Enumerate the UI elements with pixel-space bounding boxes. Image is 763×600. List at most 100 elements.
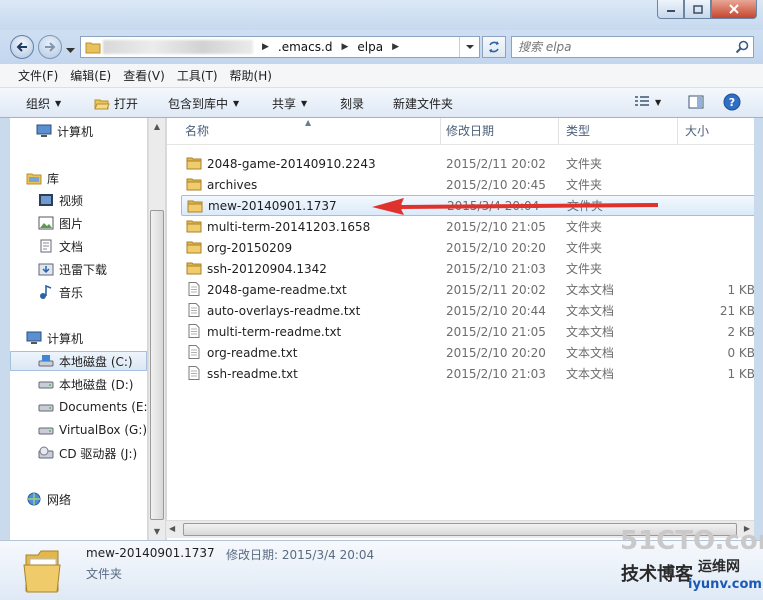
chevron-down-icon xyxy=(66,48,75,53)
nav-drive-e[interactable]: Documents (E:) xyxy=(38,397,147,417)
nav-drive-c-label: 本地磁盘 (C:) xyxy=(59,354,133,369)
search-icon[interactable] xyxy=(735,40,749,57)
address-bar[interactable]: ▶ .emacs.d ▶ elpa ▶ xyxy=(80,36,480,58)
address-history-dropdown[interactable] xyxy=(459,37,479,57)
menu-view[interactable]: 查看(V) xyxy=(123,67,165,84)
file-date: 2015/2/11 20:02 xyxy=(446,156,546,171)
menu-tools[interactable]: 工具(T) xyxy=(177,67,218,84)
close-button[interactable] xyxy=(711,0,757,19)
file-row[interactable]: ssh-20120904.1342 2015/2/10 21:03 文件夹 xyxy=(181,258,755,279)
file-row[interactable]: multi-term-readme.txt 2015/2/10 21:05 文本文档… xyxy=(181,321,755,342)
help-button[interactable]: ? xyxy=(723,93,741,111)
burn-button[interactable]: 刻录 xyxy=(340,95,364,112)
file-row[interactable]: org-20150209 2015/2/10 20:20 文件夹 xyxy=(181,237,755,258)
share-button[interactable]: 共享 ▼ xyxy=(272,95,307,112)
breadcrumb-elpa[interactable]: elpa xyxy=(357,40,383,54)
file-row[interactable]: 2048-game-readme.txt 2015/2/11 20:02 文本文档 1… xyxy=(181,279,755,300)
column-divider[interactable] xyxy=(440,118,441,145)
nav-drive-d[interactable]: 本地磁盘 (D:) xyxy=(38,374,133,394)
file-date: 2015/2/10 20:45 xyxy=(446,177,546,192)
nav-computer[interactable]: 计算机 xyxy=(26,328,83,348)
file-row[interactable]: auto-overlays-readme.txt 2015/2/10 20:44 文… xyxy=(181,300,755,321)
preview-pane-button[interactable] xyxy=(688,95,704,109)
window-controls xyxy=(657,0,757,19)
include-in-library-button[interactable]: 包含到库中 ▼ xyxy=(168,95,239,112)
nav-drive-c[interactable]: 本地磁盘 (C:) xyxy=(10,351,147,371)
nav-libraries[interactable]: 库 xyxy=(26,168,59,188)
open-label: 打开 xyxy=(114,97,139,111)
file-size: 2 KB xyxy=(727,324,755,339)
new-folder-label: 新建文件夹 xyxy=(393,97,454,111)
nav-drive-g[interactable]: VirtualBox (G:) xyxy=(38,420,147,440)
cd-drive-icon xyxy=(38,446,54,459)
chevron-right-icon[interactable]: ▶ xyxy=(392,42,399,52)
menu-file[interactable]: 文件(F) xyxy=(18,67,58,84)
new-folder-button[interactable]: 新建文件夹 xyxy=(393,95,453,112)
share-label: 共享 xyxy=(272,97,297,111)
svg-text:?: ? xyxy=(729,96,735,109)
scroll-thumb[interactable] xyxy=(150,210,164,520)
breadcrumb: ▶ .emacs.d ▶ elpa ▶ xyxy=(253,40,408,54)
chevron-right-icon[interactable]: ▶ xyxy=(262,42,269,52)
drive-icon xyxy=(38,427,54,435)
file-date: 2015/3/4 20:04 xyxy=(447,198,540,213)
scroll-left-arrow-icon[interactable]: ◀ xyxy=(169,524,175,533)
organize-button[interactable]: 组织 ▼ xyxy=(26,95,61,112)
search-input[interactable] xyxy=(518,40,728,54)
navigation-pane: 计算机 库 视频 图片 文档 迅雷下载 音乐 计算机 本地磁盘 (C:) 本地磁… xyxy=(10,118,147,540)
file-type: 文件夹 xyxy=(566,157,603,171)
nav-computer-top[interactable]: 计算机 xyxy=(36,121,93,141)
redacted-path xyxy=(103,40,253,54)
nav-videos[interactable]: 视频 xyxy=(38,190,83,210)
column-header-name[interactable]: 名称 xyxy=(181,118,209,145)
file-row[interactable]: archives 2015/2/10 20:45 文件夹 xyxy=(181,174,755,195)
forward-button[interactable] xyxy=(38,35,62,59)
file-row[interactable]: multi-term-20141203.1658 2015/2/10 21:05 文… xyxy=(181,216,755,237)
open-button[interactable]: 打开 xyxy=(94,95,138,112)
column-header-type[interactable]: 类型 xyxy=(562,118,590,145)
nav-music[interactable]: 音乐 xyxy=(38,282,83,302)
view-options-button[interactable]: ▼ xyxy=(634,95,661,109)
nav-network[interactable]: 网络 xyxy=(26,489,71,509)
file-size: 1 KB xyxy=(727,282,755,297)
column-header-date[interactable]: 修改日期 xyxy=(442,118,494,145)
nav-music-label: 音乐 xyxy=(59,285,84,300)
text-file-icon xyxy=(188,324,200,338)
recent-pages-dropdown[interactable] xyxy=(66,43,75,57)
nav-thunder-downloads[interactable]: 迅雷下载 xyxy=(38,259,107,279)
nav-pictures[interactable]: 图片 xyxy=(38,213,83,233)
column-divider[interactable] xyxy=(677,118,678,145)
file-date: 2015/2/10 20:20 xyxy=(446,345,546,360)
nav-drive-e-label: Documents (E:) xyxy=(59,400,147,414)
file-row[interactable]: mew-20140901.1737 2015/3/4 20:04 文件夹 xyxy=(181,195,755,216)
scroll-up-arrow-icon[interactable]: ▲ xyxy=(149,118,165,135)
nav-drive-d-label: 本地磁盘 (D:) xyxy=(59,377,134,392)
maximize-button[interactable] xyxy=(684,0,711,19)
watermark-ops: 运维网 xyxy=(698,559,740,575)
scroll-down-arrow-icon[interactable]: ▼ xyxy=(149,523,165,540)
column-header-size[interactable]: 大小 xyxy=(681,118,709,145)
document-icon xyxy=(40,239,52,253)
folder-icon xyxy=(186,220,202,233)
chevron-right-icon[interactable]: ▶ xyxy=(341,42,348,52)
file-row[interactable]: org-readme.txt 2015/2/10 20:20 文本文档 0 KB xyxy=(181,342,755,363)
navigation-scrollbar[interactable]: ▲ ▼ xyxy=(148,118,165,540)
column-divider[interactable] xyxy=(558,118,559,145)
refresh-button[interactable] xyxy=(482,36,506,58)
menu-help[interactable]: 帮助(H) xyxy=(230,67,272,84)
search-box[interactable] xyxy=(511,36,754,58)
menu-edit[interactable]: 编辑(E) xyxy=(70,67,111,84)
nav-documents[interactable]: 文档 xyxy=(38,236,83,256)
nav-drive-j[interactable]: CD 驱动器 (J:) xyxy=(38,443,137,463)
include-library-label: 包含到库中 xyxy=(168,97,229,111)
file-name: archives xyxy=(207,177,258,192)
breadcrumb-emacs-d[interactable]: .emacs.d xyxy=(278,40,333,54)
file-date: 2015/2/10 20:20 xyxy=(446,240,546,255)
preview-pane-icon xyxy=(688,95,704,109)
back-button[interactable] xyxy=(10,35,34,59)
file-row[interactable]: ssh-readme.txt 2015/2/10 21:03 文本文档 1 KB xyxy=(181,363,755,384)
file-row[interactable]: 2048-game-20140910.2243 2015/2/11 20:02 文件… xyxy=(181,153,755,174)
minimize-button[interactable] xyxy=(657,0,684,19)
file-type: 文本文档 xyxy=(566,346,615,360)
chevron-down-icon: ▼ xyxy=(655,97,662,107)
